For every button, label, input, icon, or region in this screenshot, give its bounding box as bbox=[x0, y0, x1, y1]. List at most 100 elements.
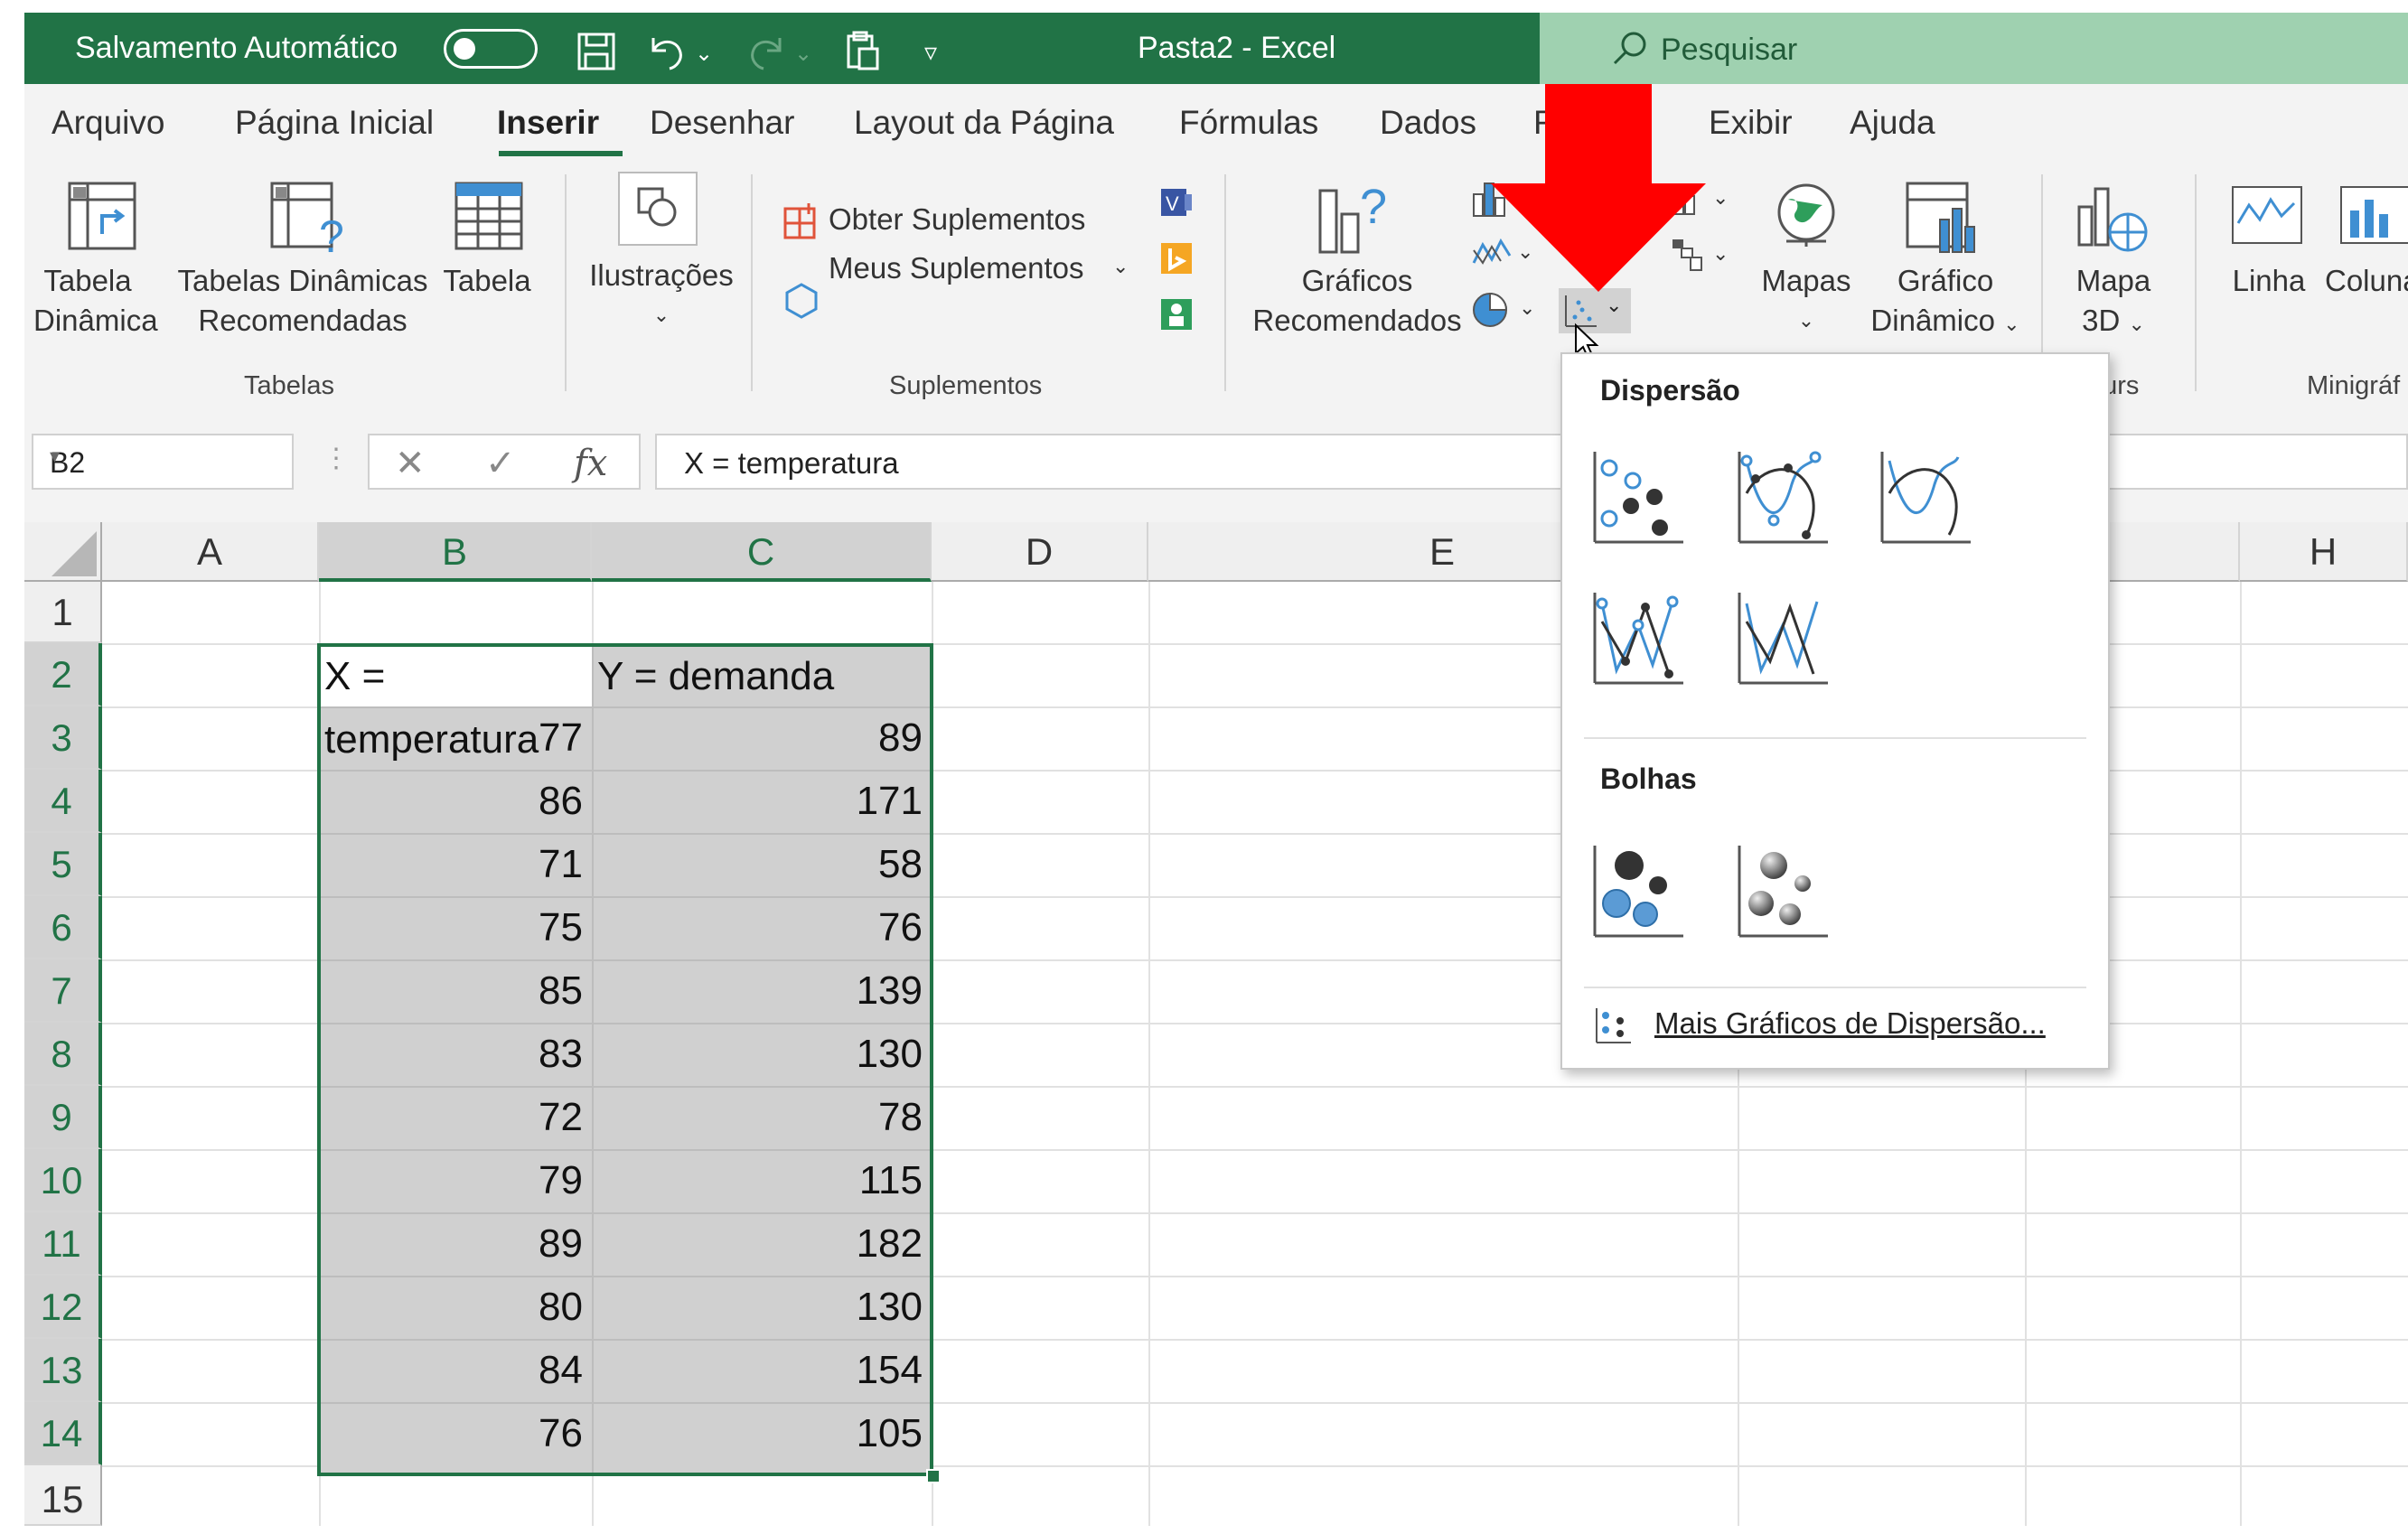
bing-maps-icon[interactable] bbox=[1157, 239, 1195, 277]
pivot-table-button[interactable]: Tabela Dinâmica bbox=[33, 261, 158, 341]
sparkline-column-icon[interactable] bbox=[2338, 183, 2408, 247]
tab-formulas[interactable]: Fórmulas bbox=[1179, 104, 1318, 142]
column-header-a[interactable]: A bbox=[102, 522, 319, 582]
recommended-pivot-icon[interactable]: ? bbox=[268, 180, 348, 256]
paste-icon[interactable] bbox=[843, 29, 883, 72]
cell-c3[interactable]: 89 bbox=[592, 706, 932, 770]
confirm-icon[interactable]: ✓ bbox=[485, 443, 516, 484]
save-icon[interactable] bbox=[576, 31, 617, 72]
map-3d-button[interactable]: Mapa 3D ⌄ bbox=[2068, 261, 2159, 344]
undo-dropdown-icon[interactable]: ⌄ bbox=[695, 34, 713, 74]
scatter-smooth-lines-markers-option[interactable] bbox=[1734, 448, 1833, 547]
cell-c13[interactable]: 154 bbox=[592, 1339, 932, 1402]
sparkline-line-icon[interactable] bbox=[2229, 183, 2305, 247]
illustrations-button[interactable]: Ilustrações ⌄ bbox=[585, 256, 738, 335]
pivot-chart-icon[interactable] bbox=[1904, 180, 1982, 256]
pivot-chart-button[interactable]: Gráfico Dinâmico ⌄ bbox=[1864, 261, 2027, 344]
scatter-straight-lines-markers-option[interactable] bbox=[1589, 589, 1689, 688]
column-header-h[interactable]: H bbox=[2240, 522, 2408, 582]
row-header-4[interactable]: 4 bbox=[24, 770, 102, 833]
bubble-option[interactable] bbox=[1589, 842, 1689, 941]
bubble-3d-option[interactable] bbox=[1734, 842, 1833, 941]
map-3d-icon[interactable] bbox=[2075, 180, 2153, 256]
cell-b4[interactable]: 86 bbox=[319, 770, 592, 833]
customize-toolbar-icon[interactable]: ▿ bbox=[924, 33, 937, 72]
undo-icon[interactable] bbox=[646, 33, 688, 70]
recommended-charts-button[interactable]: Gráficos Recomendados bbox=[1244, 261, 1470, 341]
scatter-straight-lines-option[interactable] bbox=[1734, 589, 1833, 688]
cell-c4[interactable]: 171 bbox=[592, 770, 932, 833]
get-addins-icon[interactable] bbox=[782, 201, 821, 241]
cell-c10[interactable]: 115 bbox=[592, 1149, 932, 1212]
cell-b6[interactable]: 75 bbox=[319, 896, 592, 959]
tab-inserir[interactable]: Inserir bbox=[497, 104, 599, 142]
tab-layout-da-pagina[interactable]: Layout da Página bbox=[854, 104, 1114, 142]
cell-b7[interactable]: 85 bbox=[319, 959, 592, 1023]
cell-c9[interactable]: 78 bbox=[592, 1086, 932, 1149]
table-button[interactable]: Tabela bbox=[442, 261, 532, 301]
table-icon[interactable] bbox=[453, 180, 525, 252]
sparkline-line-button[interactable]: Linha bbox=[2224, 261, 2314, 301]
cell-b10[interactable]: 79 bbox=[319, 1149, 592, 1212]
more-scatter-charts-icon[interactable] bbox=[1593, 1005, 1635, 1046]
row-header-6[interactable]: 6 bbox=[24, 896, 102, 959]
pivot-table-icon[interactable] bbox=[66, 180, 138, 252]
tab-arquivo[interactable]: Arquivo bbox=[52, 104, 164, 142]
get-addins-button[interactable]: Obter Suplementos bbox=[829, 200, 1085, 239]
name-box[interactable]: B2 ▾ bbox=[32, 434, 294, 490]
tab-dados[interactable]: Dados bbox=[1380, 104, 1476, 142]
people-graph-icon[interactable] bbox=[1157, 295, 1195, 333]
recommended-pivot-button[interactable]: Tabelas Dinâmicas Recomendadas bbox=[176, 261, 429, 341]
row-header-3[interactable]: 3 bbox=[24, 706, 102, 770]
cell-c14[interactable]: 105 bbox=[592, 1402, 932, 1465]
my-addins-icon[interactable] bbox=[782, 281, 821, 321]
column-header-b[interactable]: B bbox=[319, 522, 592, 582]
search-box[interactable]: Pesquisar bbox=[1540, 13, 2408, 84]
fill-handle[interactable] bbox=[926, 1469, 941, 1483]
column-header-c[interactable]: C bbox=[592, 522, 932, 582]
maps-globe-icon[interactable] bbox=[1768, 178, 1844, 254]
my-addins-button[interactable]: Meus Suplementos bbox=[829, 248, 1083, 288]
row-header-10[interactable]: 10 bbox=[24, 1149, 102, 1212]
row-header-13[interactable]: 13 bbox=[24, 1339, 102, 1402]
cell-c6[interactable]: 76 bbox=[592, 896, 932, 959]
cell-b2[interactable]: X = temperatura bbox=[324, 645, 592, 762]
my-addins-dropdown-icon[interactable]: ⌄ bbox=[1112, 247, 1129, 286]
cell-b12[interactable]: 80 bbox=[319, 1276, 592, 1339]
name-box-dropdown-icon[interactable]: ▾ bbox=[50, 444, 281, 468]
cancel-icon[interactable]: ✕ bbox=[395, 443, 426, 484]
illustrations-icon[interactable] bbox=[617, 171, 698, 247]
select-all-corner[interactable] bbox=[24, 522, 102, 582]
formula-input[interactable]: X = temperatura bbox=[655, 434, 2408, 490]
row-header-2[interactable]: 2 bbox=[24, 643, 102, 706]
cell-c11[interactable]: 182 bbox=[592, 1212, 932, 1276]
row-header-9[interactable]: 9 bbox=[24, 1086, 102, 1149]
cell-b13[interactable]: 84 bbox=[319, 1339, 592, 1402]
tab-exibir[interactable]: Exibir bbox=[1709, 104, 1793, 142]
autosave-toggle[interactable] bbox=[444, 29, 538, 69]
cell-b8[interactable]: 83 bbox=[319, 1023, 592, 1086]
tab-ajuda[interactable]: Ajuda bbox=[1850, 104, 1935, 142]
cell-c12[interactable]: 130 bbox=[592, 1276, 932, 1339]
scatter-markers-option[interactable] bbox=[1589, 448, 1689, 547]
row-header-15[interactable]: 15 bbox=[24, 1465, 102, 1526]
row-header-8[interactable]: 8 bbox=[24, 1023, 102, 1086]
tab-pagina-inicial[interactable]: Página Inicial bbox=[235, 104, 434, 142]
row-header-1[interactable]: 1 bbox=[24, 582, 102, 643]
cell-b9[interactable]: 72 bbox=[319, 1086, 592, 1149]
cell-c8[interactable]: 130 bbox=[592, 1023, 932, 1086]
row-header-11[interactable]: 11 bbox=[24, 1212, 102, 1276]
visio-icon[interactable]: V bbox=[1157, 183, 1195, 221]
cell-c5[interactable]: 58 bbox=[592, 833, 932, 896]
insert-function-icon[interactable]: fx bbox=[574, 443, 607, 484]
cell-b5[interactable]: 71 bbox=[319, 833, 592, 896]
row-header-12[interactable]: 12 bbox=[24, 1276, 102, 1339]
more-scatter-charts-link[interactable]: Mais Gráficos de Dispersão... bbox=[1654, 1006, 2046, 1041]
scatter-smooth-lines-option[interactable] bbox=[1877, 448, 1976, 547]
row-header-7[interactable]: 7 bbox=[24, 959, 102, 1023]
cell-c2[interactable]: Y = demanda bbox=[597, 645, 932, 706]
row-header-14[interactable]: 14 bbox=[24, 1402, 102, 1465]
cell-b14[interactable]: 76 bbox=[319, 1402, 592, 1465]
tab-desenhar[interactable]: Desenhar bbox=[650, 104, 794, 142]
row-header-5[interactable]: 5 bbox=[24, 833, 102, 896]
